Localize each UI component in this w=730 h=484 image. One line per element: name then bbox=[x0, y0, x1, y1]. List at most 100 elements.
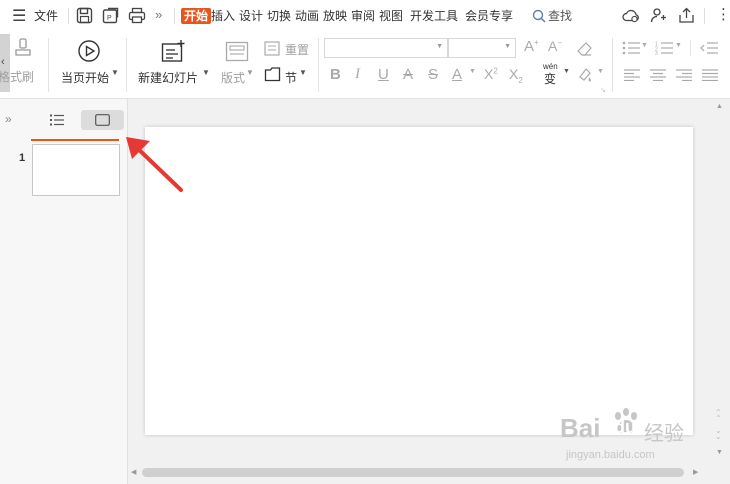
search-button[interactable]: 查找 bbox=[548, 8, 572, 24]
slide-number: 1 bbox=[19, 152, 26, 164]
font-name-select[interactable]: ▼ bbox=[324, 38, 448, 58]
print-icon[interactable] bbox=[128, 7, 146, 24]
search-icon[interactable] bbox=[532, 9, 546, 23]
align-left-icon[interactable] bbox=[624, 69, 640, 81]
export-icon[interactable]: P bbox=[102, 7, 119, 24]
insertion-marker bbox=[31, 139, 119, 141]
svg-text:P: P bbox=[107, 15, 112, 22]
clear-format-icon[interactable] bbox=[576, 41, 593, 56]
shadow-s-icon[interactable]: S bbox=[428, 66, 438, 83]
divider bbox=[68, 8, 69, 24]
divider bbox=[704, 8, 705, 24]
highlight-color-icon[interactable] bbox=[577, 67, 594, 82]
dropdown-arrow-icon[interactable]: ▼ bbox=[641, 42, 648, 49]
align-right-icon[interactable] bbox=[676, 69, 692, 81]
divider bbox=[690, 40, 691, 56]
divider bbox=[174, 8, 175, 24]
play-from-current-button[interactable]: 当页开始 bbox=[61, 69, 109, 86]
chevron-left-icon: ‹ bbox=[1, 56, 5, 68]
reset-icon[interactable] bbox=[264, 41, 280, 56]
more-options-icon[interactable]: ⋮ bbox=[716, 5, 730, 23]
font-dialog-launcher-icon[interactable]: ↘ bbox=[600, 86, 606, 94]
format-painter-button[interactable]: 格式刷 bbox=[0, 68, 40, 84]
outline-view-icon[interactable] bbox=[50, 114, 64, 126]
menu-bar: ☰ 文件 P » 开始 插入 设计 切换 动画 放映 审阅 视图 开发工具 会员… bbox=[0, 0, 730, 32]
tab-developer[interactable]: 开发工具 bbox=[410, 8, 458, 24]
save-icon[interactable] bbox=[76, 7, 93, 24]
tab-view[interactable]: 视图 bbox=[379, 8, 403, 24]
share-export-icon[interactable] bbox=[678, 7, 695, 24]
expand-panel-icon[interactable]: » bbox=[5, 112, 12, 126]
dropdown-arrow-icon[interactable]: ▼ bbox=[202, 68, 210, 77]
dropdown-arrow-icon[interactable]: ▼ bbox=[563, 68, 570, 75]
ribbon-separator bbox=[126, 38, 127, 92]
tab-slideshow[interactable]: 放映 bbox=[323, 8, 347, 24]
dropdown-arrow-icon[interactable]: ▼ bbox=[469, 68, 476, 75]
font-color-icon[interactable]: A bbox=[452, 66, 462, 83]
bold-icon[interactable]: B bbox=[330, 66, 341, 83]
numbered-list-icon[interactable]: 1 2 3 bbox=[655, 41, 673, 55]
slide-canvas[interactable] bbox=[145, 127, 693, 435]
underline-icon[interactable]: U bbox=[378, 66, 389, 83]
justify-icon[interactable] bbox=[702, 69, 718, 81]
format-painter-icon[interactable] bbox=[14, 38, 32, 62]
previous-slide-icon[interactable]: ⌃ ⌃ bbox=[715, 409, 722, 423]
tab-animations[interactable]: 动画 bbox=[295, 8, 319, 24]
layout-icon[interactable] bbox=[225, 41, 249, 62]
italic-icon[interactable]: I bbox=[355, 66, 360, 83]
svg-text:3: 3 bbox=[655, 51, 658, 55]
tab-design[interactable]: 设计 bbox=[239, 8, 263, 24]
slide-view-icon bbox=[95, 114, 110, 126]
font-size-select[interactable]: ▼ bbox=[448, 38, 516, 58]
layout-button[interactable]: 版式 bbox=[221, 69, 245, 86]
dropdown-arrow-icon: ▼ bbox=[504, 43, 511, 50]
watermark: Bai du 经验 jingyan.baidu.com bbox=[560, 405, 710, 475]
format-painter-label: 格式刷 bbox=[0, 70, 35, 84]
tab-transitions[interactable]: 切换 bbox=[267, 8, 291, 24]
tab-member[interactable]: 会员专享 bbox=[465, 8, 513, 24]
new-slide-icon[interactable] bbox=[161, 39, 187, 63]
watermark-brand-left: Bai bbox=[560, 413, 601, 443]
increase-font-size-icon[interactable]: A+ bbox=[524, 38, 539, 55]
dropdown-arrow-icon[interactable]: ▼ bbox=[597, 68, 604, 75]
watermark-brand-right: du bbox=[614, 417, 636, 437]
new-slide-button[interactable]: 新建幻灯片 bbox=[138, 69, 198, 86]
dropdown-arrow-icon[interactable]: ▼ bbox=[299, 68, 307, 77]
align-center-icon[interactable] bbox=[650, 69, 666, 81]
tab-insert[interactable]: 插入 bbox=[211, 8, 235, 24]
reset-button[interactable]: 重置 bbox=[285, 41, 309, 58]
strikethrough-icon[interactable]: A bbox=[403, 66, 413, 83]
file-menu[interactable]: 文件 bbox=[34, 8, 58, 24]
bullet-list-icon[interactable] bbox=[622, 41, 640, 55]
watermark-url: jingyan.baidu.com bbox=[566, 449, 655, 461]
next-slide-icon[interactable]: ⌄ ⌄ bbox=[715, 427, 722, 441]
slide-thumbnail[interactable] bbox=[32, 144, 120, 196]
dropdown-arrow-icon[interactable]: ▼ bbox=[246, 68, 254, 77]
ribbon-separator bbox=[48, 38, 49, 92]
vertical-scrollbar[interactable]: ▲ ⌃ ⌃ ⌄ ⌄ ▼ bbox=[710, 99, 730, 462]
cloud-sync-icon[interactable] bbox=[622, 7, 640, 24]
hamburger-menu-icon[interactable]: ☰ bbox=[12, 6, 26, 26]
scroll-up-icon[interactable]: ▲ bbox=[716, 103, 723, 110]
ribbon-separator bbox=[318, 38, 319, 92]
decrease-font-size-icon[interactable]: A− bbox=[548, 38, 562, 54]
section-icon[interactable] bbox=[264, 67, 281, 82]
dropdown-arrow-icon[interactable]: ▼ bbox=[111, 68, 119, 77]
scroll-down-icon[interactable]: ▼ bbox=[716, 449, 723, 456]
subscript-icon[interactable]: X2 bbox=[509, 66, 523, 85]
annotation-arrow bbox=[126, 137, 183, 192]
slide-view-tab[interactable] bbox=[81, 110, 124, 130]
tab-review[interactable]: 审阅 bbox=[351, 8, 375, 24]
more-quick-access-icon[interactable]: » bbox=[155, 7, 162, 22]
scroll-left-icon[interactable]: ◀ bbox=[131, 468, 136, 476]
play-from-current-icon[interactable] bbox=[77, 39, 101, 63]
share-user-icon[interactable] bbox=[650, 7, 667, 24]
section-button[interactable]: 节 bbox=[285, 69, 297, 86]
tab-home[interactable]: 开始 bbox=[181, 8, 212, 24]
ribbon-separator bbox=[612, 38, 613, 92]
decrease-indent-icon[interactable] bbox=[700, 41, 718, 55]
watermark-brand-cn: 经验 bbox=[644, 423, 684, 445]
dropdown-arrow-icon[interactable]: ▼ bbox=[675, 42, 682, 49]
superscript-icon[interactable]: X2 bbox=[484, 66, 498, 82]
ribbon-toolbar: ‹ 格式刷 当页开始 ▼ 新建幻灯片 ▼ 版式 ▼ 重置 节 ▼ ▼ ▼ A+ … bbox=[0, 32, 730, 99]
